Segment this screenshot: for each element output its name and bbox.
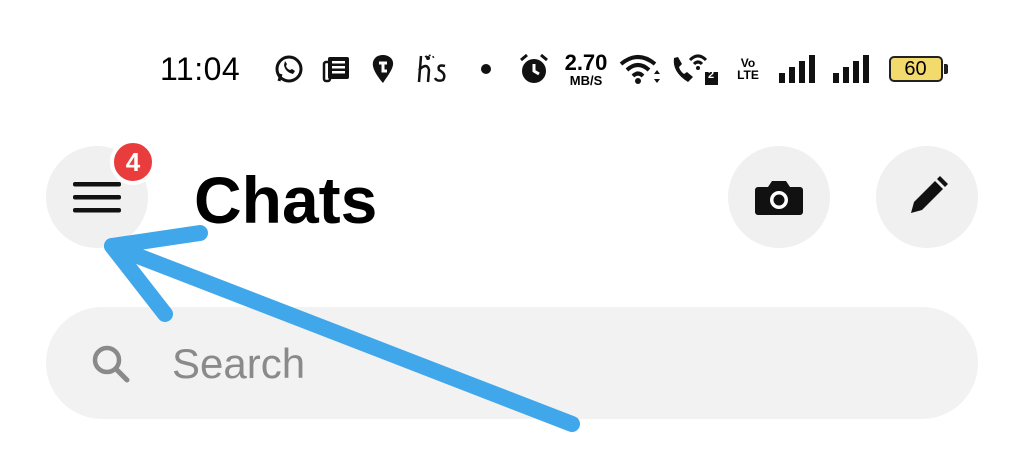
volte-bottom: LTE <box>737 68 759 82</box>
news-icon <box>320 48 354 90</box>
compose-button[interactable] <box>876 146 978 248</box>
dot-icon <box>478 48 494 90</box>
page-title: Chats <box>194 163 378 237</box>
network-speed-value: 2.70 <box>564 49 608 75</box>
battery-tip <box>943 64 948 74</box>
pencil-icon <box>911 176 948 213</box>
search-bar[interactable] <box>46 307 978 419</box>
swiggy-icon <box>368 48 398 90</box>
network-speed-unit: MB/S <box>569 72 603 88</box>
signal-icon <box>776 48 818 90</box>
camera-icon <box>755 181 803 215</box>
battery-level: 60 <box>888 56 943 82</box>
alarm-icon <box>516 48 552 90</box>
signal-icon <box>830 48 872 90</box>
status-time: 11:04 <box>160 50 241 87</box>
sim2-label: 2 <box>708 69 715 81</box>
volte-indicator: Vo LTE <box>730 48 766 90</box>
hs-icon <box>414 48 454 90</box>
search-input[interactable] <box>170 331 874 397</box>
wifi-call-icon: 2 <box>670 48 720 90</box>
hamburger-icon <box>73 182 121 213</box>
battery-indicator: 60 <box>888 48 948 90</box>
search-icon <box>92 345 130 383</box>
whatsapp-icon <box>272 48 306 90</box>
camera-button[interactable] <box>728 146 830 248</box>
notification-badge: 4 <box>110 139 156 185</box>
network-speed: 2.70 MB/S <box>562 48 610 90</box>
status-bar: 11:04 2.70 MB/S 2 Vo LTE 60 <box>160 48 960 90</box>
wifi-icon <box>618 48 662 90</box>
